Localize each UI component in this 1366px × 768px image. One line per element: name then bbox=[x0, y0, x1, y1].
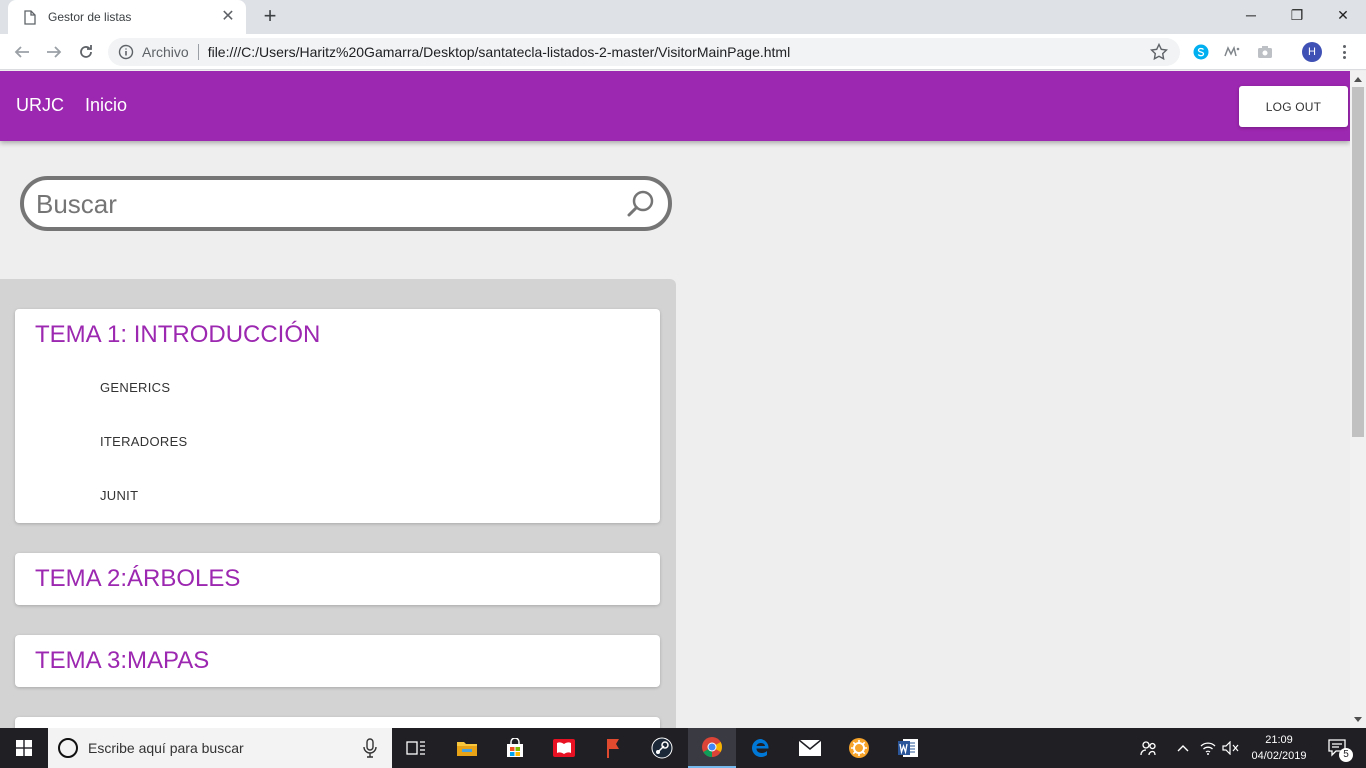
browser-tabstrip: Gestor de listas ✕ + ─ ❐ ✕ bbox=[0, 0, 1366, 34]
window-close-button[interactable]: ✕ bbox=[1320, 0, 1366, 30]
topic-card[interactable]: TEMA 1: INTRODUCCIÓN GENERICS ITERADORES… bbox=[15, 309, 660, 523]
clock-time: 21:09 bbox=[1265, 734, 1293, 746]
edge-icon[interactable] bbox=[737, 728, 785, 768]
notifications-icon[interactable]: 5 bbox=[1318, 728, 1358, 768]
windows-start-icon[interactable] bbox=[0, 728, 48, 768]
task-view-icon[interactable] bbox=[392, 728, 440, 768]
file-explorer-icon[interactable] bbox=[443, 728, 491, 768]
word-icon[interactable] bbox=[884, 728, 932, 768]
volume-muted-icon[interactable] bbox=[1220, 728, 1242, 768]
app-header: URJC Inicio LOG OUT bbox=[0, 71, 1350, 141]
new-tab-button[interactable]: + bbox=[258, 5, 282, 29]
omnibox-divider bbox=[197, 44, 199, 60]
chrome-icon[interactable] bbox=[688, 728, 736, 768]
forward-icon bbox=[47, 46, 62, 58]
topic-card[interactable] bbox=[15, 717, 660, 728]
extension-icon[interactable] bbox=[1223, 43, 1241, 61]
scroll-down-icon[interactable] bbox=[1354, 715, 1362, 723]
clock-date: 04/02/2019 bbox=[1251, 750, 1307, 762]
reload-icon bbox=[80, 45, 92, 58]
forward-button[interactable] bbox=[42, 40, 66, 64]
mail-icon[interactable] bbox=[786, 728, 834, 768]
kebab-menu-icon[interactable] bbox=[1336, 43, 1352, 61]
system-clock[interactable]: 21:09 04/02/2019 bbox=[1244, 732, 1314, 764]
restore-button[interactable]: ❐ bbox=[1274, 0, 1320, 30]
camera-icon[interactable] bbox=[1256, 43, 1274, 61]
skype-icon[interactable] bbox=[1192, 43, 1210, 61]
taskbar-search[interactable]: Escribe aquí para buscar bbox=[48, 728, 392, 768]
address-bar[interactable]: Archivo file:///C:/Users/Haritz%20Gamarr… bbox=[108, 38, 1180, 66]
document-icon bbox=[22, 9, 38, 25]
topic-title[interactable]: TEMA 3:MAPAS bbox=[35, 647, 209, 675]
topic-title[interactable]: TEMA 2:ÁRBOLES bbox=[35, 565, 240, 593]
cortana-icon bbox=[58, 738, 78, 758]
topic-title[interactable]: TEMA 1: INTRODUCCIÓN bbox=[35, 321, 320, 349]
scrollbar-thumb[interactable] bbox=[1352, 87, 1364, 437]
page-viewport: URJC Inicio LOG OUT TEMA 1: INTRODUCCIÓN… bbox=[0, 71, 1350, 728]
logout-button[interactable]: LOG OUT bbox=[1239, 86, 1348, 127]
nav-home-link[interactable]: Inicio bbox=[85, 95, 127, 116]
topics-panel: TEMA 1: INTRODUCCIÓN GENERICS ITERADORES… bbox=[0, 279, 676, 728]
notification-count-badge: 5 bbox=[1339, 748, 1353, 762]
flag-app-icon[interactable] bbox=[590, 728, 638, 768]
back-button[interactable] bbox=[10, 40, 34, 64]
reader-icon[interactable] bbox=[540, 728, 588, 768]
tab-title: Gestor de listas bbox=[48, 10, 132, 24]
topic-item[interactable]: JUNIT bbox=[100, 488, 138, 503]
browser-toolbar: Archivo file:///C:/Users/Haritz%20Gamarr… bbox=[0, 34, 1366, 70]
topic-item[interactable]: ITERADORES bbox=[100, 434, 188, 449]
microphone-icon[interactable] bbox=[362, 738, 378, 758]
search-icon[interactable] bbox=[626, 189, 656, 219]
browser-tab[interactable]: Gestor de listas ✕ bbox=[8, 0, 246, 34]
store-icon[interactable] bbox=[491, 728, 539, 768]
chevron-up-icon[interactable] bbox=[1172, 728, 1194, 768]
star-icon[interactable] bbox=[1150, 43, 1168, 61]
topic-item[interactable]: GENERICS bbox=[100, 380, 170, 395]
info-icon[interactable] bbox=[118, 44, 134, 60]
people-icon[interactable] bbox=[1134, 728, 1162, 768]
wifi-icon[interactable] bbox=[1198, 728, 1218, 768]
search-box bbox=[20, 176, 672, 231]
minimize-button[interactable]: ─ bbox=[1228, 0, 1274, 30]
steam-icon[interactable] bbox=[638, 728, 686, 768]
brand-link[interactable]: URJC bbox=[16, 95, 64, 116]
search-input[interactable] bbox=[36, 189, 616, 219]
profile-avatar[interactable]: H bbox=[1302, 42, 1322, 62]
taskbar: Escribe aquí para buscar 21:09 04/02/201… bbox=[0, 728, 1366, 768]
reload-button[interactable] bbox=[74, 40, 98, 64]
url-text[interactable]: file:///C:/Users/Haritz%20Gamarra/Deskto… bbox=[208, 44, 791, 60]
taskbar-search-placeholder: Escribe aquí para buscar bbox=[88, 740, 244, 756]
page-scrollbar[interactable] bbox=[1350, 71, 1366, 728]
topic-card[interactable]: TEMA 3:MAPAS bbox=[15, 635, 660, 687]
scheme-label: Archivo bbox=[142, 44, 189, 60]
settings-app-icon[interactable] bbox=[835, 728, 883, 768]
tab-close-icon[interactable]: ✕ bbox=[220, 9, 236, 25]
back-icon bbox=[14, 46, 29, 58]
topic-card[interactable]: TEMA 2:ÁRBOLES bbox=[15, 553, 660, 605]
scroll-up-icon[interactable] bbox=[1354, 75, 1362, 83]
